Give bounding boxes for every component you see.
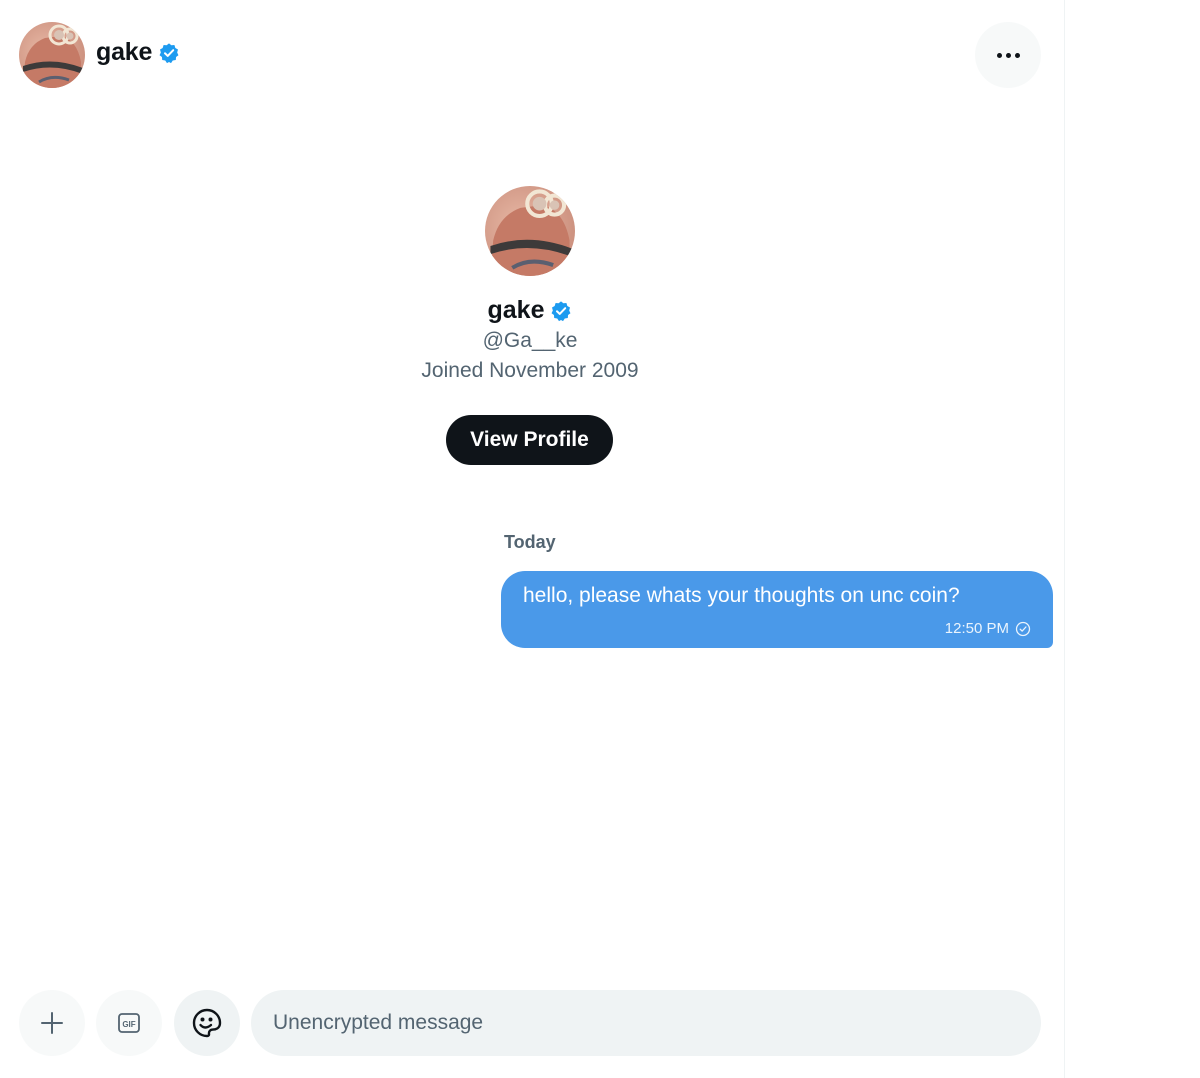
header-display-name: gake: [96, 38, 180, 67]
profile-summary: gake @Ga__ke Joined November 2009 View P…: [330, 186, 730, 465]
minion-avatar-image: [485, 186, 575, 276]
message-time: 12:50 PM: [944, 620, 1009, 637]
add-attachment-button[interactable]: [19, 990, 85, 1056]
profile-handle: @Ga__ke: [482, 329, 578, 352]
gif-label: GIF: [122, 1020, 135, 1029]
more-options-button[interactable]: [975, 22, 1041, 88]
view-profile-button[interactable]: View Profile: [446, 415, 613, 465]
verified-badge-icon: [550, 300, 572, 322]
profile-avatar[interactable]: [485, 186, 575, 276]
header-name-text: gake: [96, 38, 153, 66]
panel-divider: [1064, 0, 1065, 1078]
minion-avatar-image: [19, 22, 85, 88]
header-avatar[interactable]: [19, 22, 85, 88]
conversation-header: gake: [0, 0, 1064, 110]
verified-badge-icon: [158, 42, 180, 64]
plus-icon: [41, 1012, 63, 1034]
conversation-panel: gake gake @Ga__ke Joined November 2009 V…: [0, 0, 1064, 1078]
message-meta: 12:50 PM: [945, 620, 1031, 637]
emoji-button[interactable]: [174, 990, 240, 1056]
more-options-icon-dot: [1005, 52, 1011, 58]
sent-check-icon: [1015, 621, 1031, 636]
gif-button[interactable]: GIF: [96, 990, 162, 1056]
more-options-icon-dot: [1014, 52, 1020, 58]
message-input[interactable]: [251, 990, 1041, 1056]
emoji-icon: [192, 1008, 222, 1038]
message-text: hello, please whats your thoughts on unc…: [523, 584, 960, 607]
day-separator: Today: [504, 532, 556, 552]
gif-icon: GIF: [118, 1013, 140, 1033]
profile-display-name: gake: [330, 296, 730, 325]
more-options-icon: [996, 52, 1002, 58]
message-bubble-outgoing[interactable]: hello, please whats your thoughts on unc…: [501, 571, 1053, 648]
profile-joined-date: Joined November 2009: [421, 359, 639, 382]
profile-name-text: gake: [487, 296, 545, 324]
message-composer: GIF: [0, 985, 1064, 1060]
